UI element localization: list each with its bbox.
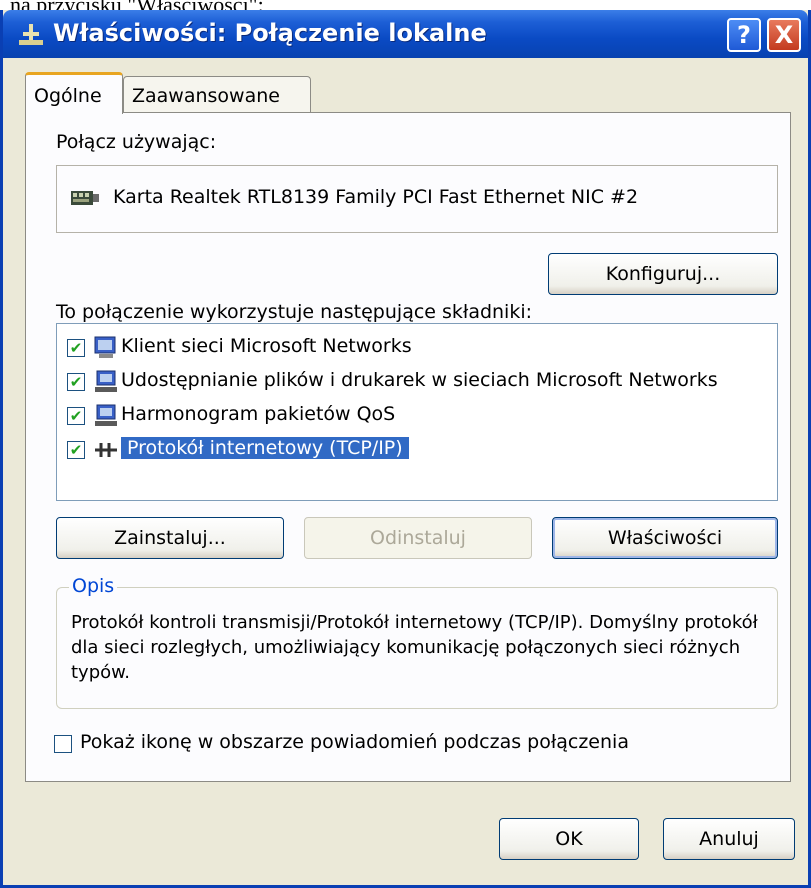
title-bar[interactable]: Właściwości: Połączenie lokalne ? X xyxy=(3,10,808,58)
connect-using-label: Połącz używając: xyxy=(56,131,217,153)
show-icon-option[interactable]: Pokaż ikonę w obszarze powiadomień podcz… xyxy=(54,729,754,759)
install-button[interactable]: Zainstaluj... xyxy=(56,517,284,559)
configure-button[interactable]: Konfiguruj... xyxy=(548,253,778,295)
uninstall-button[interactable]: Odinstaluj xyxy=(304,517,532,559)
cancel-button[interactable]: Anuluj xyxy=(663,818,795,860)
component-label: Harmonogram pakietów QoS xyxy=(121,403,396,425)
component-label: Udostępnianie plików i drukarek w siecia… xyxy=(121,369,718,391)
checkbox-tcp-ip[interactable]: ✔ xyxy=(67,441,85,459)
protocol-icon xyxy=(95,443,117,457)
list-item[interactable]: ✔ Klient sieci Microsoft Networks xyxy=(65,332,765,364)
description-text: Protokół kontroli transmisji/Protokół in… xyxy=(71,612,758,683)
ok-button[interactable]: OK xyxy=(499,818,639,860)
network-service-icon xyxy=(95,370,117,392)
tab-advanced[interactable]: Zaawansowane xyxy=(123,76,311,114)
show-icon-checkbox[interactable] xyxy=(54,735,72,753)
device-name: Karta Realtek RTL8139 Family PCI Fast Et… xyxy=(113,186,639,208)
list-item[interactable]: ✔ Udostępnianie plików i drukarek w siec… xyxy=(65,366,765,398)
checkbox-qos-scheduler[interactable]: ✔ xyxy=(67,407,85,425)
component-label-selected: Protokół internetowy (TCP/IP) xyxy=(121,437,409,459)
component-label: Klient sieci Microsoft Networks xyxy=(121,335,412,357)
network-connection-icon xyxy=(19,24,43,45)
list-item[interactable]: ✔ Harmonogram pakietów QoS xyxy=(65,400,765,432)
description-groupbox: Opis Protokół kontroli transmisji/Protok… xyxy=(56,575,778,709)
window-title: Właściwości: Połączenie lokalne xyxy=(53,19,487,47)
tab-general[interactable]: Ogólne xyxy=(25,72,123,114)
components-label: To połączenie wykorzystuje następujące s… xyxy=(56,301,533,323)
network-card-icon xyxy=(71,191,99,205)
properties-dialog: Właściwości: Połączenie lokalne ? X Ogól… xyxy=(0,10,811,888)
checkbox-file-printer-sharing[interactable]: ✔ xyxy=(67,373,85,391)
checkbox-client-ms-networks[interactable]: ✔ xyxy=(67,339,85,357)
help-button[interactable]: ? xyxy=(727,18,761,52)
components-list[interactable]: ✔ Klient sieci Microsoft Networks ✔ Udos… xyxy=(56,323,778,501)
tab-panel-general: Połącz używając: Karta Realtek RTL8139 F… xyxy=(25,112,791,782)
network-client-icon xyxy=(94,336,116,358)
network-service-icon xyxy=(95,404,117,426)
device-field: Karta Realtek RTL8139 Family PCI Fast Et… xyxy=(56,165,778,233)
description-label: Opis xyxy=(69,575,118,597)
show-icon-label: Pokaż ikonę w obszarze powiadomień podcz… xyxy=(80,731,629,753)
properties-button[interactable]: Właściwości xyxy=(552,517,778,559)
list-item[interactable]: ✔ Protokół internetowy (TCP/IP) xyxy=(65,434,765,466)
close-button[interactable]: X xyxy=(767,18,801,52)
